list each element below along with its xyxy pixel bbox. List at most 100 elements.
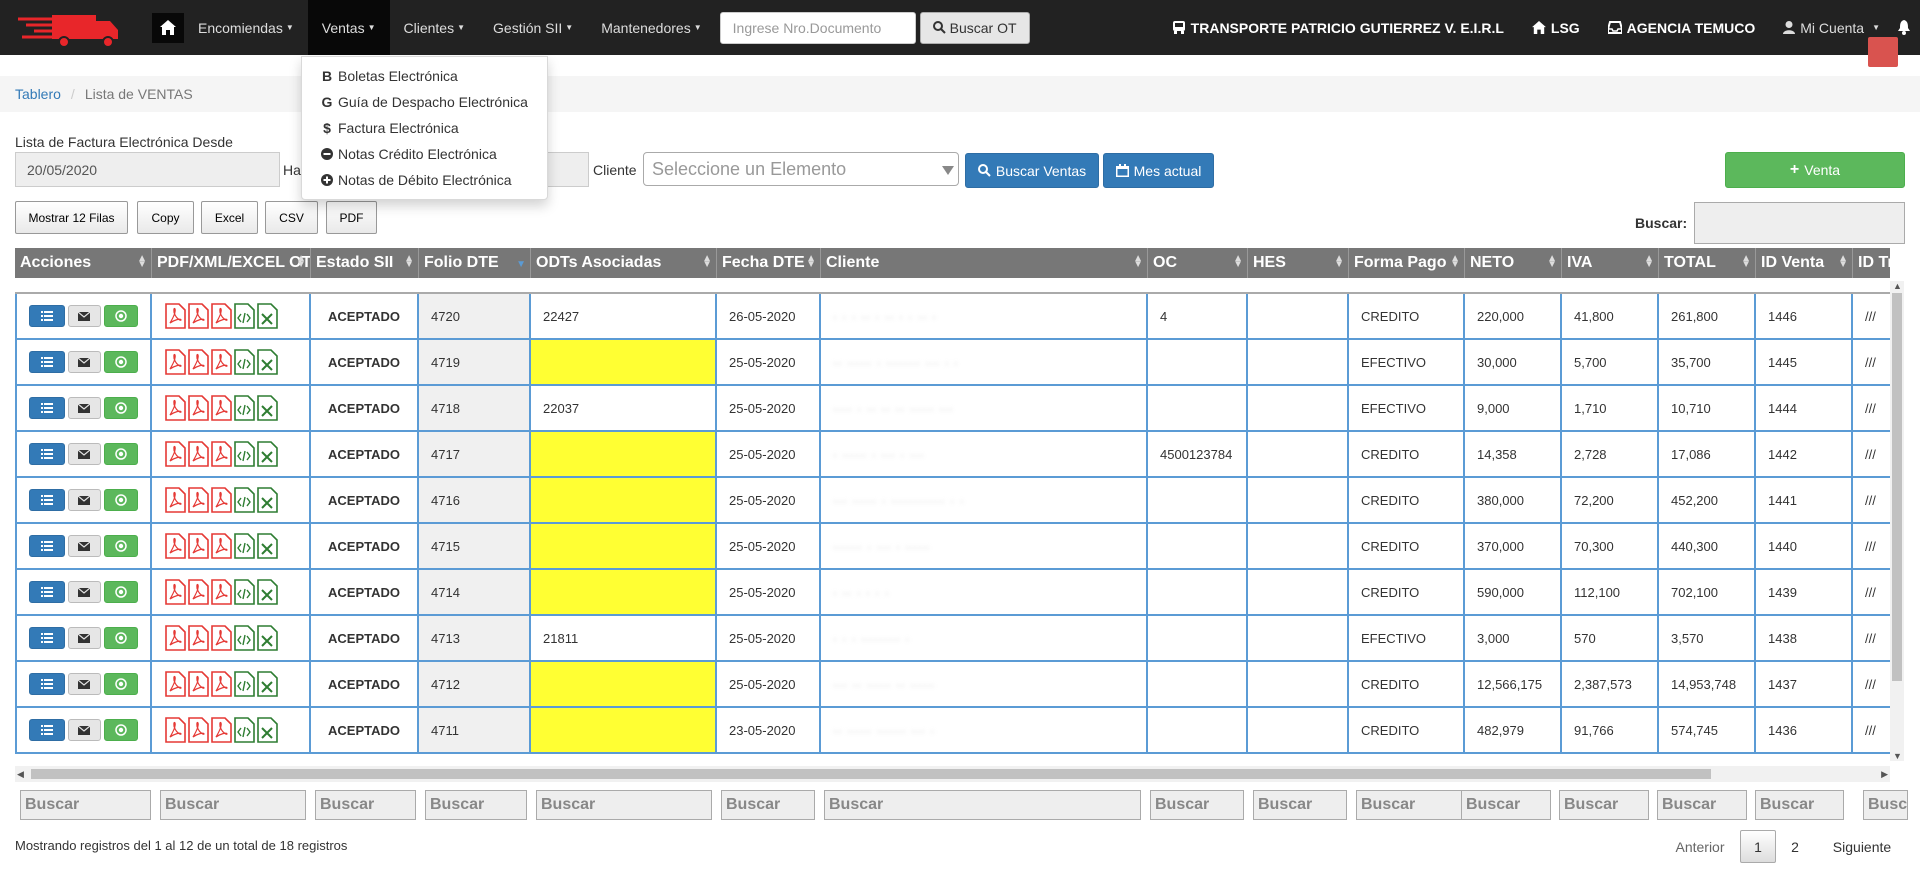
- detail-button[interactable]: [29, 673, 65, 695]
- xml-file-icon[interactable]: [233, 303, 255, 329]
- email-button[interactable]: [67, 351, 102, 373]
- excel-file-icon[interactable]: [256, 671, 278, 697]
- email-button[interactable]: [67, 673, 102, 695]
- pdf-file-icon[interactable]: [210, 533, 232, 559]
- excel-file-icon[interactable]: [256, 533, 278, 559]
- pdf-file-icon[interactable]: [210, 441, 232, 467]
- column-header[interactable]: NETO ▲ ▼: [1465, 248, 1562, 278]
- pdf-file-icon[interactable]: [187, 303, 209, 329]
- pdf-file-icon[interactable]: [210, 625, 232, 651]
- email-button[interactable]: [67, 535, 102, 557]
- column-header[interactable]: ODTs Asociadas ▲ ▼: [531, 248, 717, 278]
- column-filter-oc[interactable]: Buscar: [1150, 790, 1244, 820]
- xml-file-icon[interactable]: [233, 579, 255, 605]
- column-filter-pago[interactable]: Buscar: [1356, 790, 1462, 820]
- column-header[interactable]: Estado SII ▲ ▼: [311, 248, 419, 278]
- view-button[interactable]: [104, 719, 138, 741]
- detail-button[interactable]: [29, 443, 65, 465]
- view-button[interactable]: [104, 581, 138, 603]
- copy-button[interactable]: Copy: [137, 201, 194, 234]
- company-name[interactable]: TRANSPORTE PATRICIO GUTIERREZ V. E.I.R.L: [1158, 0, 1518, 55]
- document-search-input[interactable]: Ingrese Nro.Documento: [719, 11, 916, 44]
- pdf-file-icon[interactable]: [187, 349, 209, 375]
- pagination-page-2[interactable]: 2: [1780, 830, 1810, 863]
- table-search-input[interactable]: [1694, 202, 1905, 244]
- xml-file-icon[interactable]: [233, 717, 255, 743]
- pagination-next[interactable]: Siguiente: [1822, 830, 1902, 863]
- email-button[interactable]: [67, 305, 102, 327]
- view-button[interactable]: [104, 305, 138, 327]
- pdf-file-icon[interactable]: [187, 395, 209, 421]
- email-button[interactable]: [67, 581, 102, 603]
- xml-file-icon[interactable]: [233, 625, 255, 651]
- view-button[interactable]: [104, 673, 138, 695]
- email-button[interactable]: [67, 719, 102, 741]
- detail-button[interactable]: [29, 351, 65, 373]
- column-header[interactable]: OC ▲ ▼: [1148, 248, 1248, 278]
- show-rows-button[interactable]: Mostrar 12 Filas: [15, 201, 128, 234]
- column-header[interactable]: PDF/XML/EXCEL OT ▲ ▼: [152, 248, 311, 278]
- brand-logo[interactable]: [12, 5, 132, 50]
- view-button[interactable]: [104, 535, 138, 557]
- email-button[interactable]: [67, 489, 102, 511]
- excel-file-icon[interactable]: [256, 349, 278, 375]
- email-button[interactable]: [67, 443, 102, 465]
- pdf-file-icon[interactable]: [164, 625, 186, 651]
- excel-file-icon[interactable]: [256, 303, 278, 329]
- column-filter-acciones[interactable]: Buscar: [20, 790, 151, 820]
- csv-button[interactable]: CSV: [265, 201, 318, 234]
- scrollbar-thumb[interactable]: [31, 769, 1711, 779]
- scrollbar-thumb[interactable]: [1892, 293, 1902, 681]
- column-filter-estado[interactable]: Buscar: [315, 790, 416, 820]
- column-filter-folio[interactable]: Buscar: [425, 790, 527, 820]
- new-sale-button[interactable]: + Venta: [1725, 152, 1905, 188]
- xml-file-icon[interactable]: [233, 349, 255, 375]
- scroll-up-icon[interactable]: ▲: [1893, 281, 1902, 291]
- view-button[interactable]: [104, 351, 138, 373]
- pdf-file-icon[interactable]: [187, 579, 209, 605]
- email-button[interactable]: [67, 397, 102, 419]
- column-header[interactable]: ID Venta ▲ ▼: [1756, 248, 1853, 278]
- pdf-file-icon[interactable]: [164, 303, 186, 329]
- column-filter-iva[interactable]: Buscar: [1559, 790, 1649, 820]
- detail-button[interactable]: [29, 719, 65, 741]
- search-sales-button[interactable]: Buscar Ventas: [965, 153, 1099, 188]
- pdf-file-icon[interactable]: [164, 579, 186, 605]
- xml-file-icon[interactable]: [233, 487, 255, 513]
- column-header[interactable]: Fecha DTE ▲ ▼: [717, 248, 821, 278]
- horizontal-scrollbar[interactable]: ◀ ▶: [15, 766, 1890, 782]
- xml-file-icon[interactable]: [233, 395, 255, 421]
- column-filter-hes[interactable]: Buscar: [1253, 790, 1347, 820]
- pdf-file-icon[interactable]: [210, 717, 232, 743]
- pdf-file-icon[interactable]: [164, 441, 186, 467]
- menu-ventas[interactable]: Ventas ▼: [307, 0, 390, 55]
- view-button[interactable]: [104, 489, 138, 511]
- column-header[interactable]: Acciones ▲ ▼: [15, 248, 152, 278]
- column-filter-cliente[interactable]: Buscar: [824, 790, 1141, 820]
- pagination-previous[interactable]: Anterior: [1662, 830, 1738, 863]
- menu-item-notas-credito[interactable]: Notas Crédito Electrónica: [302, 141, 547, 167]
- pdf-button[interactable]: PDF: [326, 201, 377, 234]
- branch-code[interactable]: LSG: [1518, 0, 1594, 55]
- pdf-file-icon[interactable]: [187, 487, 209, 513]
- column-filter-neto[interactable]: Buscar: [1461, 790, 1551, 820]
- column-header[interactable]: Forma Pago ▲ ▼: [1349, 248, 1465, 278]
- notification-badge[interactable]: [1868, 37, 1898, 67]
- menu-mantenedores[interactable]: Mantenedores ▼: [587, 0, 715, 55]
- pdf-file-icon[interactable]: [210, 579, 232, 605]
- home-button[interactable]: [152, 12, 184, 43]
- excel-file-icon[interactable]: [256, 717, 278, 743]
- scroll-left-icon[interactable]: ◀: [17, 769, 24, 780]
- pdf-file-icon[interactable]: [210, 395, 232, 421]
- column-filter-id-venta[interactable]: Buscar: [1755, 790, 1844, 820]
- column-header[interactable]: Cliente ▲ ▼: [821, 248, 1148, 278]
- pdf-file-icon[interactable]: [187, 441, 209, 467]
- detail-button[interactable]: [29, 535, 65, 557]
- column-header[interactable]: IVA ▲ ▼: [1562, 248, 1659, 278]
- excel-file-icon[interactable]: [256, 625, 278, 651]
- breadcrumb-home-link[interactable]: Tablero: [15, 86, 61, 102]
- date-from-input[interactable]: 20/05/2020: [15, 152, 280, 187]
- vertical-scrollbar[interactable]: ▲ ▼: [1890, 281, 1904, 761]
- detail-button[interactable]: [29, 581, 65, 603]
- excel-file-icon[interactable]: [256, 441, 278, 467]
